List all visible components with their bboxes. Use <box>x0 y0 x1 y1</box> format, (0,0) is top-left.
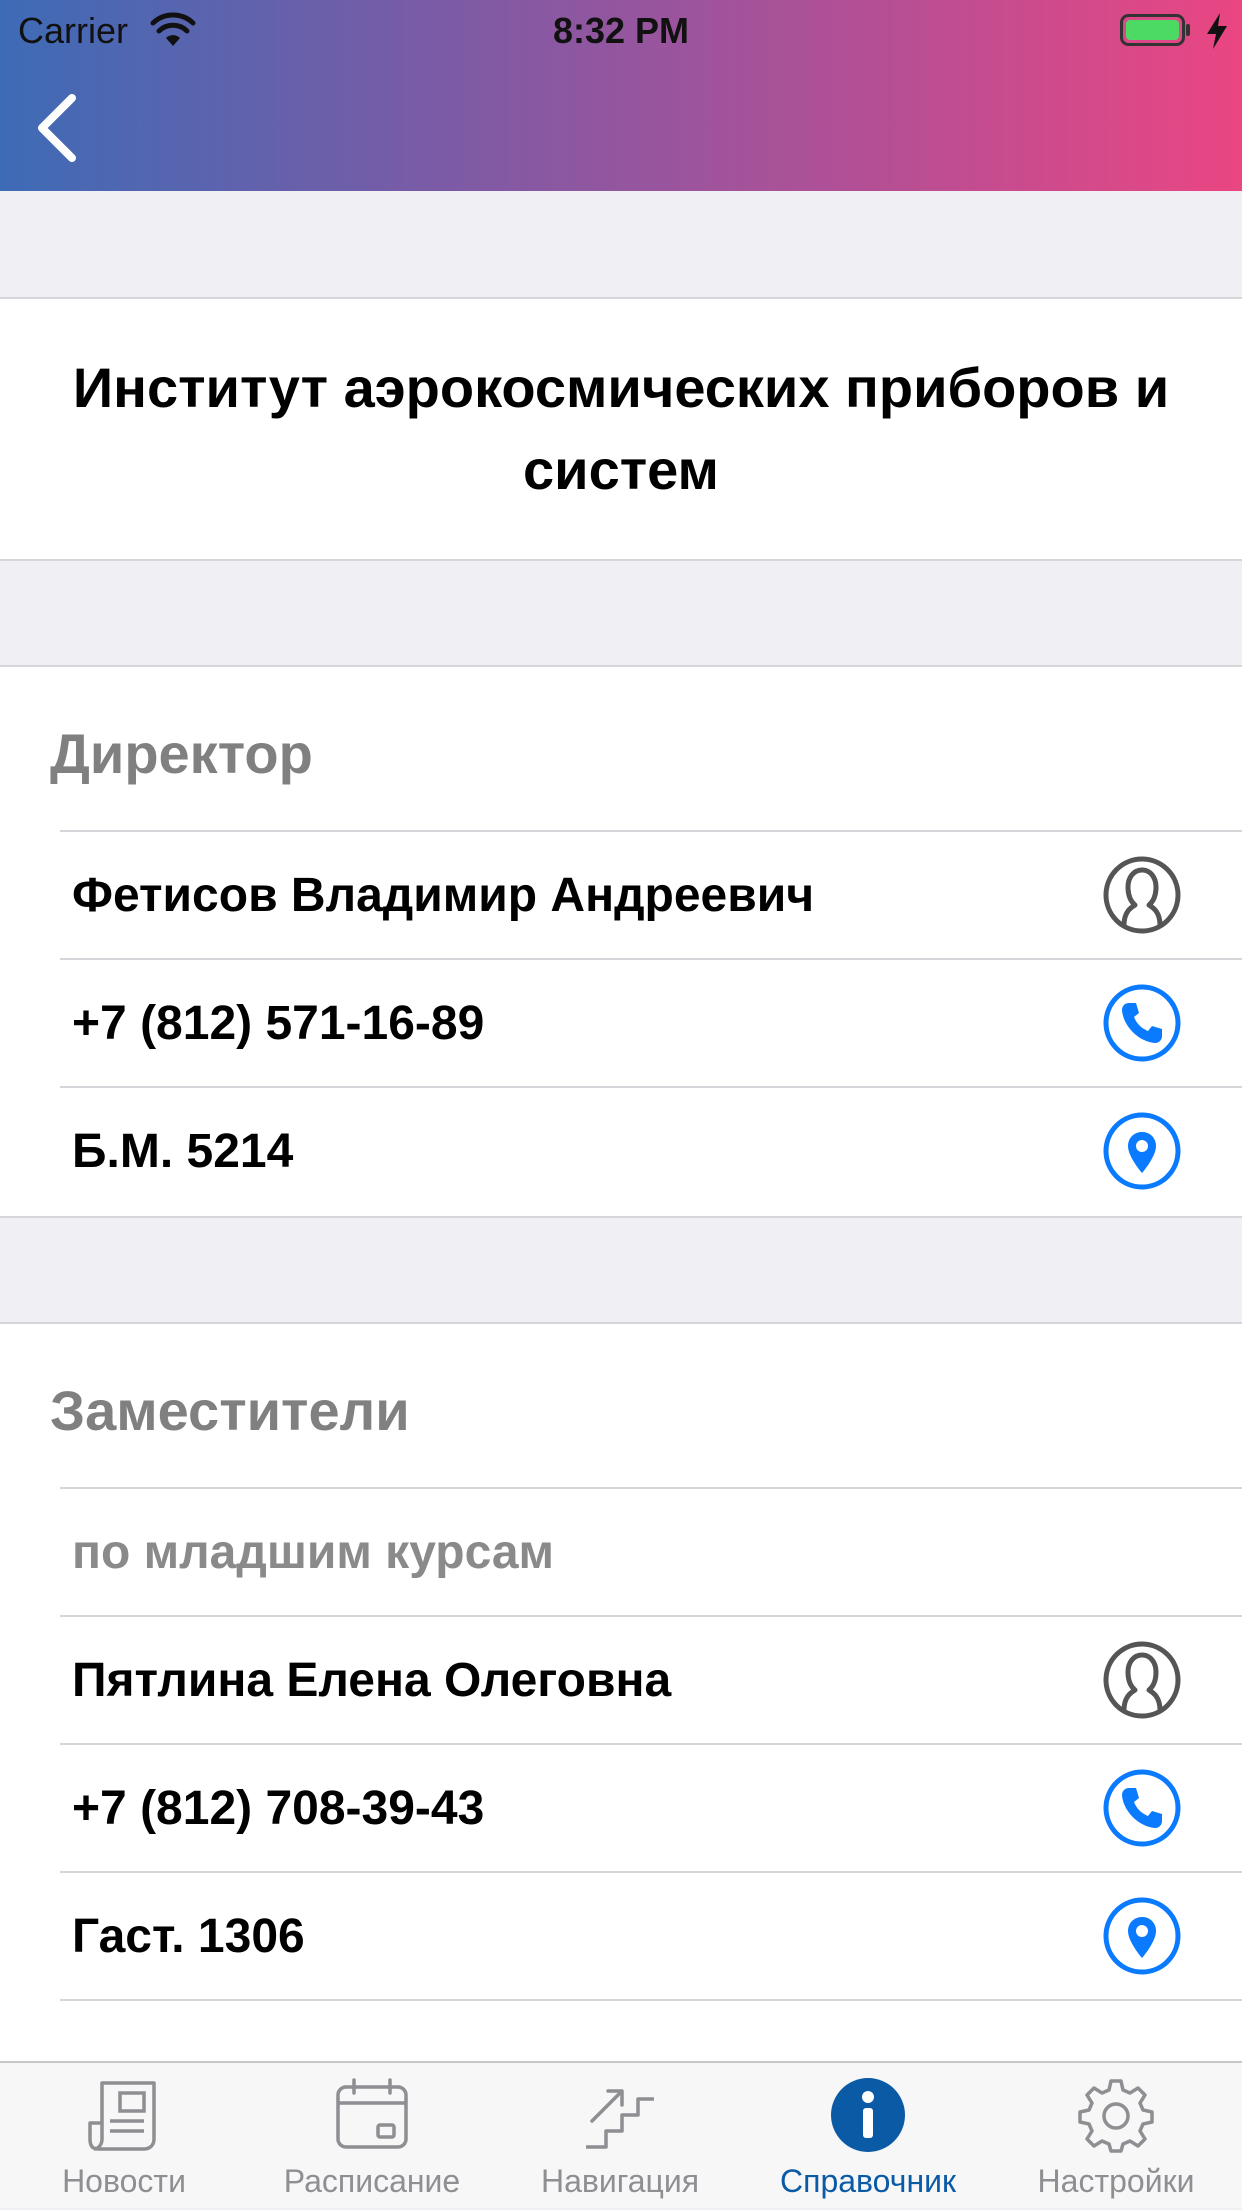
info-icon <box>831 2078 905 2152</box>
tab-navigation[interactable]: Навигация <box>496 2063 744 2210</box>
deputy-room: Гаст. 1306 <box>72 1910 305 1963</box>
battery-icon <box>1120 14 1190 46</box>
tab-news[interactable]: Новости <box>0 2063 248 2210</box>
deputy-name: Пятлина Елена Олеговна <box>72 1654 672 1707</box>
director-card: Директор Фетисов Владимир Андреевич +7 (… <box>0 665 1242 1218</box>
person-icon[interactable] <box>1102 1640 1182 1720</box>
director-name: Фетисов Владимир Андреевич <box>72 869 815 922</box>
institute-card: Институт аэрокосмических приборов и сист… <box>0 297 1242 561</box>
stairs-icon <box>586 2089 654 2149</box>
director-section-header: Директор <box>50 722 313 785</box>
deputy-name-row[interactable]: Пятлина Елена Олеговна <box>60 1615 1242 1743</box>
tab-settings[interactable]: Настройки <box>992 2063 1240 2210</box>
tab-directory-label: Справочник <box>780 2163 956 2199</box>
tab-schedule-label: Расписание <box>283 2163 461 2199</box>
location-pin-icon[interactable] <box>1102 1896 1182 1976</box>
tab-directory[interactable]: Справочник <box>744 2063 992 2210</box>
navigation-header: Carrier 8:32 PM <box>0 0 1242 191</box>
director-phone: +7 (812) 571-16-89 <box>72 997 485 1050</box>
news-icon <box>88 2081 156 2151</box>
calendar-icon <box>336 2078 408 2149</box>
institute-title: Институт аэрокосмических приборов и сист… <box>72 356 1170 501</box>
deputy-room-row[interactable]: Гаст. 1306 <box>60 1871 1242 1999</box>
back-button[interactable] <box>30 90 86 166</box>
director-room-row[interactable]: Б.М. 5214 <box>60 1086 1242 1214</box>
status-time: 8:32 PM <box>552 10 690 51</box>
charging-bolt-icon <box>1207 13 1227 49</box>
deputy-subtitle-row: по младшим курсам <box>60 1487 1242 1615</box>
deputies-section-header: Заместители <box>50 1379 410 1442</box>
status-bar: Carrier 8:32 PM <box>0 0 1242 60</box>
director-name-row[interactable]: Фетисов Владимир Андреевич <box>60 830 1242 958</box>
phone-icon[interactable] <box>1102 1768 1182 1848</box>
gear-icon <box>1078 2079 1154 2153</box>
tab-bar: Новости Расписание Навигация Справочник <box>0 2061 1242 2208</box>
director-phone-row[interactable]: +7 (812) 571-16-89 <box>60 958 1242 1086</box>
tab-schedule[interactable]: Расписание <box>248 2063 496 2210</box>
section-spacer <box>0 1218 1242 1324</box>
deputies-card: Заместители по младшим курсам Пятлина Ел… <box>0 1322 1242 2099</box>
section-spacer <box>0 561 1242 667</box>
phone-icon[interactable] <box>1102 983 1182 1063</box>
tab-news-label: Новости <box>62 2163 186 2199</box>
deputy-phone-row[interactable]: +7 (812) 708-39-43 <box>60 1743 1242 1871</box>
section-spacer <box>0 191 1242 297</box>
person-icon[interactable] <box>1102 855 1182 935</box>
tab-navigation-label: Навигация <box>540 2163 700 2199</box>
location-pin-icon[interactable] <box>1102 1111 1182 1191</box>
deputy-phone: +7 (812) 708-39-43 <box>72 1782 485 1835</box>
deputy-subtitle: по младшим курсам <box>72 1526 555 1579</box>
director-room: Б.М. 5214 <box>72 1125 294 1178</box>
tab-settings-label: Настройки <box>1037 2163 1195 2199</box>
